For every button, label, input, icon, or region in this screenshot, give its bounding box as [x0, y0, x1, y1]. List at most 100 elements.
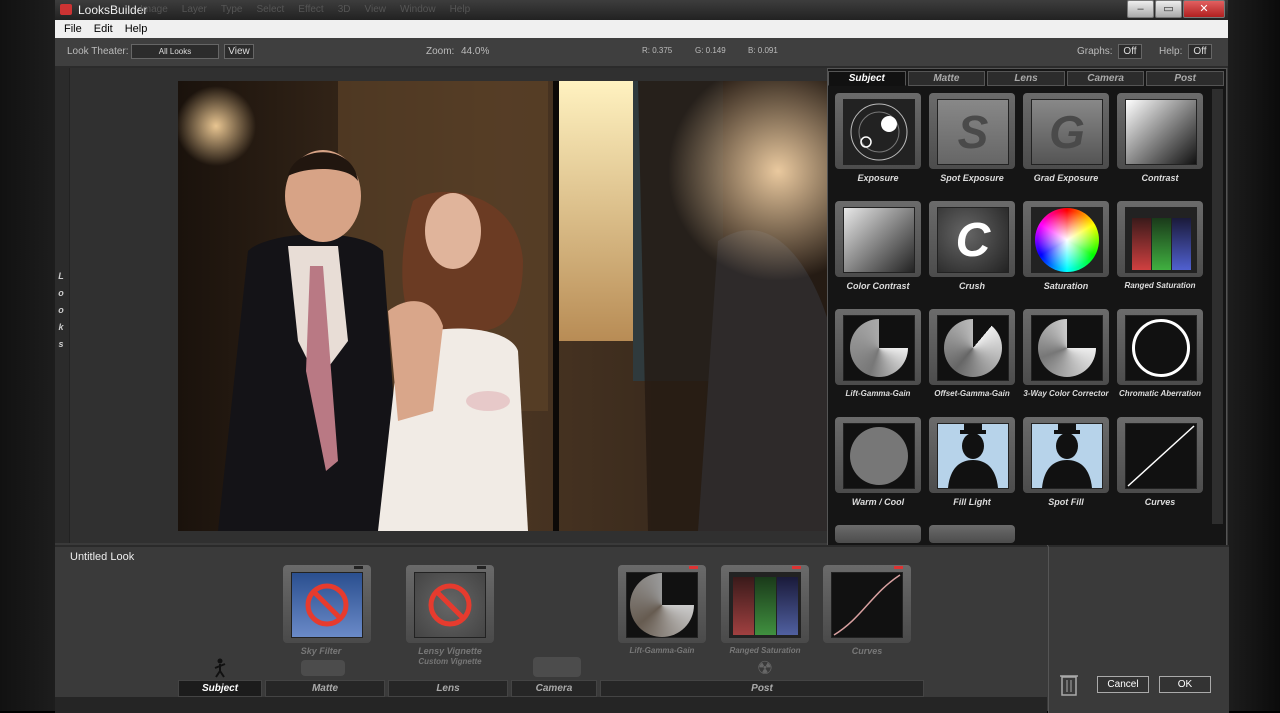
minimize-button[interactable]: –: [1127, 0, 1154, 18]
stack-item-sky-filter[interactable]: [283, 565, 371, 643]
stack-item-label: Ranged Saturation: [729, 646, 801, 655]
warm-cool-tool[interactable]: [835, 417, 921, 493]
fill-light-tool[interactable]: [929, 417, 1015, 493]
look-name: Untitled Look: [70, 551, 135, 563]
close-button[interactable]: ✕: [1183, 0, 1225, 18]
tool-label: Exposure: [857, 173, 899, 183]
trash-icon[interactable]: [1059, 671, 1081, 697]
help-label: Help:: [1159, 46, 1183, 57]
ok-button[interactable]: OK: [1159, 676, 1211, 693]
tab-post[interactable]: Post: [1146, 71, 1224, 86]
exposure-tool[interactable]: [835, 93, 921, 169]
window-controls: – ▭ ✕: [1127, 0, 1225, 18]
offset-gamma-gain-tool[interactable]: [929, 309, 1015, 385]
tab-camera[interactable]: Camera: [1066, 71, 1145, 86]
stack-item-label: Lift-Gamma-Gain: [629, 646, 695, 655]
host-menu-item[interactable]: Window: [400, 4, 436, 15]
saturation-tool[interactable]: [1023, 201, 1109, 277]
fill-light-icon: [948, 424, 998, 488]
grad-exposure-icon: G: [1049, 106, 1085, 158]
looks-side-tab[interactable]: L o o k s: [56, 268, 66, 353]
host-menu-item[interactable]: Layer: [182, 4, 207, 15]
color-contrast-icon: [843, 207, 915, 273]
tool-label: Color Contrast: [846, 281, 910, 291]
menu-file[interactable]: File: [64, 23, 82, 35]
tab-subject[interactable]: Subject: [828, 71, 906, 86]
tool-label: Grad Exposure: [1033, 173, 1099, 183]
wedding-photo-preview[interactable]: [178, 81, 831, 531]
view-button[interactable]: View: [224, 44, 254, 59]
host-menu-item[interactable]: Help: [450, 4, 471, 15]
tool-label: Contrast: [1141, 173, 1179, 183]
contrast-icon: [1125, 99, 1197, 165]
chromatic-aberration-tool[interactable]: [1117, 309, 1203, 385]
palette-scrollbar[interactable]: [1212, 89, 1223, 524]
menu-bar: File Edit Help: [55, 20, 1228, 38]
tab-lens[interactable]: Lens: [987, 71, 1065, 86]
tool-label: Chromatic Aberration: [1119, 389, 1201, 398]
lift-gamma-gain-icon: [630, 573, 694, 637]
menu-help[interactable]: Help: [125, 23, 148, 35]
cancel-button[interactable]: Cancel: [1097, 676, 1149, 693]
host-menu-item[interactable]: Image: [140, 4, 168, 15]
no-entry-icon: [305, 583, 349, 627]
curves-tool[interactable]: [1117, 417, 1203, 493]
tab-matte[interactable]: Matte: [907, 71, 986, 86]
stack-item-indicator: [894, 566, 903, 569]
window-title: LooksBuilder: [78, 3, 148, 17]
host-menu-item[interactable]: Effect: [298, 4, 323, 15]
host-menu-item[interactable]: Select: [257, 4, 285, 15]
blue-readout: B: 0.091: [748, 46, 778, 55]
stack-tab-matte[interactable]: Matte: [265, 680, 385, 697]
stack-tab-lens[interactable]: Lens: [388, 680, 508, 697]
tool-label: Spot Fill: [1048, 497, 1084, 507]
warm-cool-icon: [850, 427, 908, 485]
spot-fill-tool[interactable]: [1023, 417, 1109, 493]
stack-tab-subject[interactable]: Subject: [178, 680, 262, 697]
looks-side-panel[interactable]: L o o k s: [55, 68, 70, 543]
red-readout: R: 0.375: [642, 46, 673, 55]
help-toggle[interactable]: Off: [1188, 44, 1212, 59]
stack-item-curves[interactable]: [823, 565, 911, 643]
tool-label: Curves: [1144, 497, 1176, 507]
stack-item-lift-gamma-gain[interactable]: [618, 565, 706, 643]
desktop-background-right: [1228, 0, 1280, 711]
more-tool-tile[interactable]: [835, 525, 921, 543]
host-app-menu: Image Layer Type Select Effect 3D View W…: [140, 4, 470, 15]
three-way-color-corrector-tool[interactable]: [1023, 309, 1109, 385]
host-menu-item[interactable]: 3D: [338, 4, 351, 15]
stack-tab-camera[interactable]: Camera: [511, 680, 597, 697]
stack-tab-post[interactable]: Post: [600, 680, 924, 697]
tool-label: Fill Light: [953, 497, 991, 507]
graphs-label: Graphs:: [1077, 46, 1113, 57]
tool-label: Warm / Cool: [851, 497, 905, 507]
color-contrast-tool[interactable]: [835, 201, 921, 277]
lift-gamma-gain-tool[interactable]: [835, 309, 921, 385]
look-theater-select[interactable]: All Looks: [131, 44, 219, 59]
camera-icon: [533, 657, 581, 677]
host-menu-item[interactable]: Type: [221, 4, 243, 15]
zoom-value: 44.0%: [461, 46, 490, 57]
stack-item-lensy-vignette[interactable]: [406, 565, 494, 643]
crush-icon: C: [955, 214, 991, 267]
ranged-saturation-tool[interactable]: [1117, 201, 1203, 277]
lift-gamma-gain-icon: [850, 319, 908, 377]
stack-item-ranged-saturation[interactable]: [721, 565, 809, 643]
tool-label: Crush: [958, 281, 985, 291]
maximize-button[interactable]: ▭: [1155, 0, 1182, 18]
grad-exposure-tool[interactable]: G: [1023, 93, 1109, 169]
contrast-tool[interactable]: [1117, 93, 1203, 169]
graphs-toggle[interactable]: Off: [1118, 44, 1142, 59]
looks-tab-letter: L: [58, 271, 64, 281]
title-bar: LooksBuilder Image Layer Type Select Eff…: [55, 0, 1228, 20]
ranged-saturation-icon: [1125, 207, 1197, 273]
crush-tool[interactable]: C: [929, 201, 1015, 277]
palette-tabs: Subject Matte Lens Camera Post: [828, 71, 1226, 86]
no-entry-icon: [428, 583, 472, 627]
host-menu-item[interactable]: View: [364, 4, 386, 15]
tool-label: Offset-Gamma-Gain: [934, 389, 1010, 398]
ranged-saturation-icon: [729, 572, 801, 638]
menu-edit[interactable]: Edit: [94, 23, 113, 35]
spot-exposure-tool[interactable]: S: [929, 93, 1015, 169]
more-tool-tile[interactable]: [929, 525, 1015, 543]
